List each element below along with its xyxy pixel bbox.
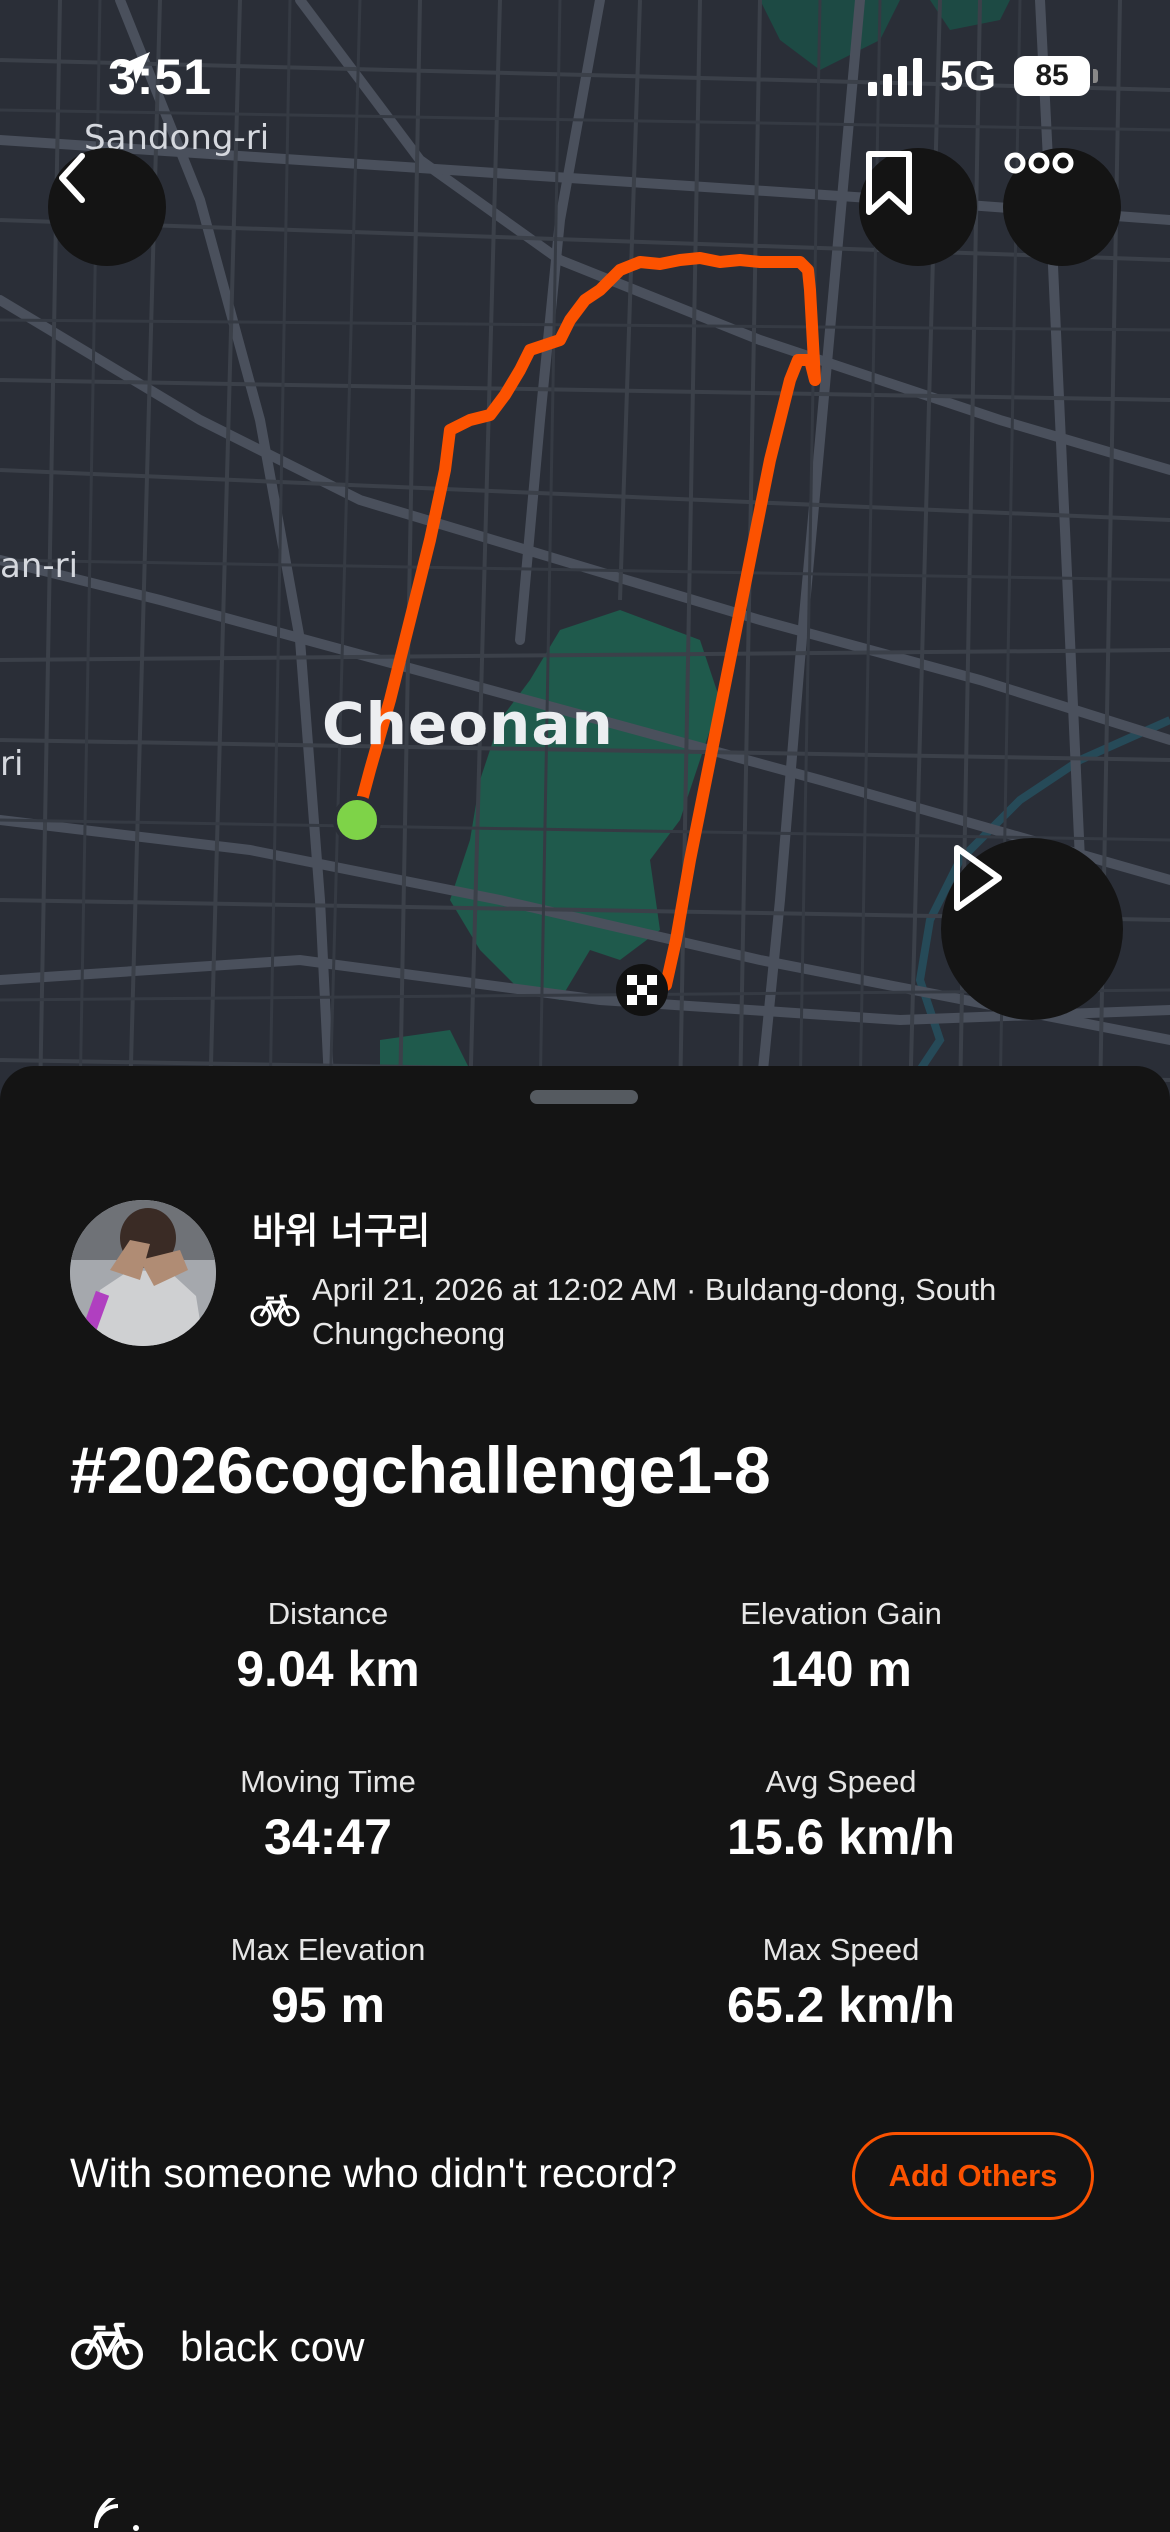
add-others-button[interactable]: Add Others [852,2132,1094,2220]
stat-distance: Distance 9.04 km [48,1596,608,1698]
signal-icon [867,56,922,96]
gear-name: black cow [180,2323,365,2370]
stat-elevation-gain: Elevation Gain 140 m [561,1596,1121,1698]
gear-row[interactable]: black cow [70,2322,364,2372]
stat-value: 95 m [271,1977,385,2033]
battery-level: 85 [1035,59,1069,92]
map-label-left-2: ri [0,744,24,784]
athlete-avatar[interactable] [70,1200,216,1346]
activity-meta: April 21, 2026 at 12:02 AM · Buldang-don… [312,1272,997,1351]
stat-label: Moving Time [240,1764,416,1799]
status-time: 3:51 [108,48,212,106]
network-type: 5G [939,52,996,99]
activity-details-sheet: 바위 너구리 April 21, 2026 at 12:02 AM · Buld… [0,1066,1170,2532]
more-options-button[interactable] [1003,148,1121,266]
stat-label: Distance [267,1596,389,1631]
status-indicators: 5G 85 [867,52,1098,100]
companions-prompt: With someone who didn't record? [70,2150,678,2196]
stat-label: Max Elevation [230,1932,426,1967]
sheet-drag-handle[interactable] [530,1090,638,1104]
chevron-left-icon [59,153,85,203]
athlete-name[interactable]: 바위 너구리 [252,1202,430,1254]
stat-label: Elevation Gain [740,1596,942,1631]
back-button[interactable] [48,148,166,266]
bike-icon [250,1294,300,1327]
stat-label: Max Speed [762,1932,920,1967]
map-label-left-1: an-ri [0,546,79,586]
stat-value: 140 m [770,1641,912,1697]
play-flyby-button[interactable] [941,838,1123,1020]
stat-max-elevation: Max Elevation 95 m [48,1932,608,2034]
stat-value: 9.04 km [236,1641,420,1697]
activity-map[interactable]: Sandong-ri Cheonan an-ri ri 3:51 5G 85 [0,0,1170,1100]
more-dots-icon [1004,152,1074,174]
stat-max-speed: Max Speed 65.2 km/h [561,1932,1121,2034]
stat-moving-time: Moving Time 34:47 [48,1764,608,1866]
map-label-city: Cheonan [322,690,614,758]
finish-marker [616,964,668,1016]
stat-avg-speed: Avg Speed 15.6 km/h [561,1764,1121,1866]
location-arrow-icon [118,52,150,84]
stat-label: Avg Speed [765,1764,917,1799]
bookmark-icon [866,151,912,215]
avatar-image [70,1200,216,1346]
battery-icon: 85 [1014,56,1098,96]
sensor-icon [94,2498,139,2531]
activity-title: #2026cogchallenge1-8 [70,1433,771,1507]
stat-value: 15.6 km/h [727,1809,955,1865]
bookmark-button[interactable] [859,148,977,266]
bike-icon [70,2322,144,2370]
stat-value: 34:47 [264,1809,392,1865]
play-icon [954,845,1002,911]
start-marker [333,796,381,844]
stat-value: 65.2 km/h [727,1977,955,2033]
